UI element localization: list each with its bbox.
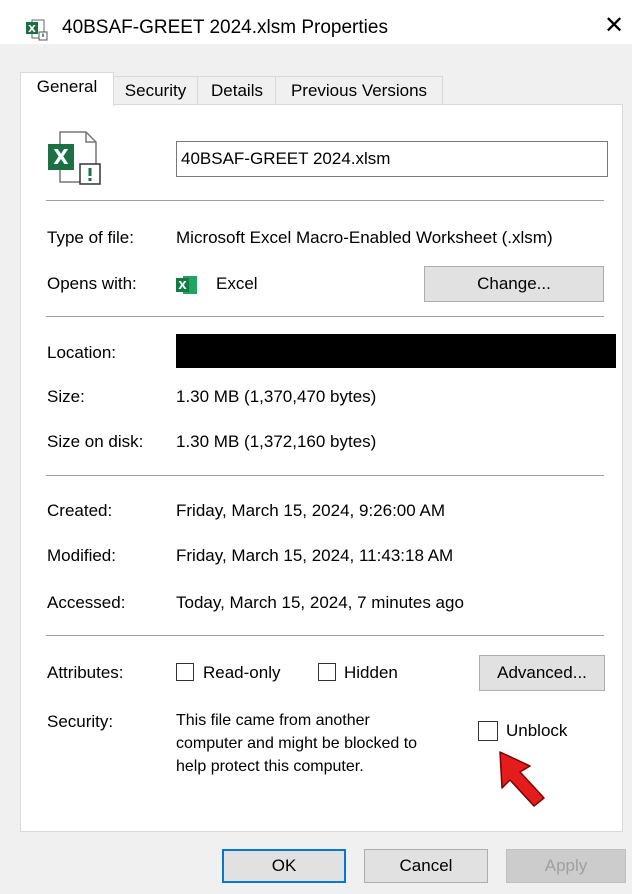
security-text-line-2: computer and might be blocked to xyxy=(176,735,418,752)
change-button[interactable]: Change... xyxy=(424,266,604,302)
location-value-redacted xyxy=(176,334,616,368)
separator xyxy=(46,475,604,476)
excel-file-icon: X xyxy=(26,19,48,41)
security-text-line-3: help protect this computer. xyxy=(176,758,364,775)
ok-button[interactable]: OK xyxy=(222,849,346,883)
separator xyxy=(46,635,604,636)
readonly-label[interactable]: Read-only xyxy=(203,663,281,683)
unblock-label[interactable]: Unblock xyxy=(506,721,567,741)
excel-app-icon: X xyxy=(176,275,198,295)
size-label: Size: xyxy=(47,387,85,406)
tab-general[interactable]: General xyxy=(20,72,114,106)
svg-text:X: X xyxy=(28,24,36,35)
tab-details[interactable]: Details xyxy=(197,76,277,105)
security-label: Security: xyxy=(47,712,114,731)
hidden-checkbox[interactable] xyxy=(318,663,336,681)
readonly-checkbox[interactable] xyxy=(176,663,194,681)
svg-text:X: X xyxy=(178,279,187,292)
window-title: 40BSAF-GREET 2024.xlsm Properties xyxy=(62,17,388,38)
modified-label: Modified: xyxy=(47,546,116,565)
separator xyxy=(46,316,604,317)
modified-value: Friday, March 15, 2024, 11:43:18 AM xyxy=(176,546,454,565)
excel-large-icon: X xyxy=(46,130,102,186)
type-value: Microsoft Excel Macro-Enabled Worksheet … xyxy=(176,228,553,247)
separator xyxy=(46,200,604,201)
opens-with-value: Excel xyxy=(216,274,258,293)
accessed-value: Today, March 15, 2024, 7 minutes ago xyxy=(176,593,464,612)
close-icon[interactable]: ✕ xyxy=(604,14,624,38)
hidden-label[interactable]: Hidden xyxy=(344,663,398,683)
tab-security[interactable]: Security xyxy=(112,76,199,105)
accessed-label: Accessed: xyxy=(47,593,126,612)
filename-field[interactable]: 40BSAF-GREET 2024.xlsm xyxy=(176,141,608,177)
size-value: 1.30 MB (1,370,470 bytes) xyxy=(176,387,377,406)
attributes-label: Attributes: xyxy=(47,663,124,682)
svg-text:X: X xyxy=(53,145,69,169)
size-on-disk-value: 1.30 MB (1,372,160 bytes) xyxy=(176,432,377,451)
advanced-button[interactable]: Advanced... xyxy=(479,655,605,691)
tab-previous-versions[interactable]: Previous Versions xyxy=(275,76,443,105)
security-text-line-1: This file came from another xyxy=(176,712,370,729)
unblock-checkbox[interactable] xyxy=(478,721,498,741)
red-arrow-icon xyxy=(494,750,552,810)
apply-button[interactable]: Apply xyxy=(506,849,626,883)
created-label: Created: xyxy=(47,501,113,520)
opens-with-label: Opens with: xyxy=(47,274,137,293)
location-label: Location: xyxy=(47,343,116,362)
size-on-disk-label: Size on disk: xyxy=(47,432,144,451)
cancel-button[interactable]: Cancel xyxy=(364,849,488,883)
type-label: Type of file: xyxy=(47,228,134,247)
created-value: Friday, March 15, 2024, 9:26:00 AM xyxy=(176,501,445,520)
